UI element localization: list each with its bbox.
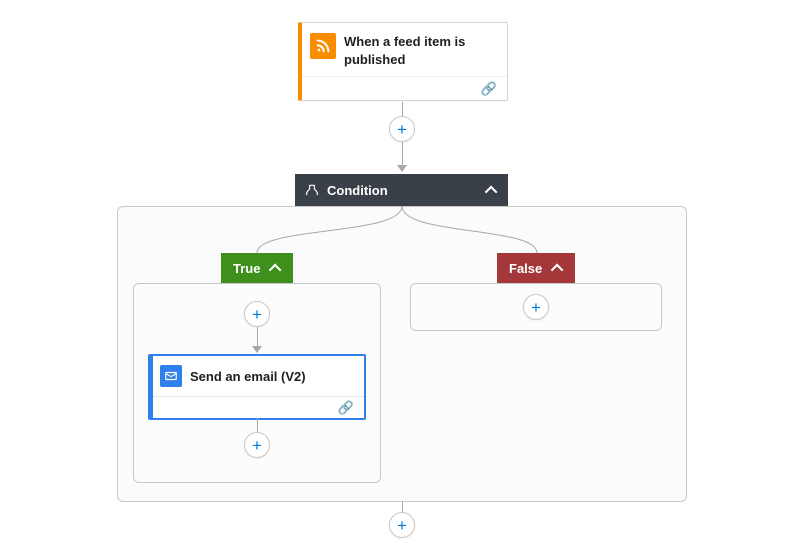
action-card-send-email[interactable]: Send an email (V2) 🔗	[148, 354, 366, 420]
link-icon: 🔗	[481, 81, 497, 97]
add-action-button[interactable]	[523, 294, 549, 320]
arrow-down-icon	[397, 165, 407, 172]
add-action-button[interactable]	[389, 512, 415, 538]
chevron-up-icon	[270, 262, 282, 274]
true-label: True	[233, 261, 260, 276]
trigger-card[interactable]: When a feed item is published 🔗	[298, 22, 508, 101]
arrow-down-icon	[252, 346, 262, 353]
condition-label: Condition	[327, 183, 388, 198]
condition-header[interactable]: Condition	[295, 174, 508, 206]
add-action-button[interactable]	[244, 432, 270, 458]
false-branch-header[interactable]: False	[497, 253, 575, 283]
connector-line	[402, 142, 403, 166]
rss-icon	[310, 33, 336, 59]
trigger-header: When a feed item is published	[302, 23, 507, 76]
outlook-icon	[160, 365, 182, 387]
condition-icon	[305, 183, 319, 197]
add-action-button[interactable]	[389, 116, 415, 142]
trigger-title: When a feed item is published	[344, 33, 497, 68]
true-branch-header[interactable]: True	[221, 253, 293, 283]
chevron-up-icon	[552, 262, 564, 274]
link-icon: 🔗	[338, 400, 354, 416]
add-action-button[interactable]	[244, 301, 270, 327]
connector-line	[257, 327, 258, 347]
action-title: Send an email (V2)	[190, 369, 306, 384]
flow-designer-canvas: When a feed item is published 🔗 Conditio…	[0, 0, 800, 550]
chevron-up-icon	[486, 184, 498, 196]
action-header: Send an email (V2)	[153, 356, 364, 396]
trigger-footer: 🔗	[302, 76, 507, 100]
false-label: False	[509, 261, 542, 276]
action-footer: 🔗	[153, 396, 364, 418]
